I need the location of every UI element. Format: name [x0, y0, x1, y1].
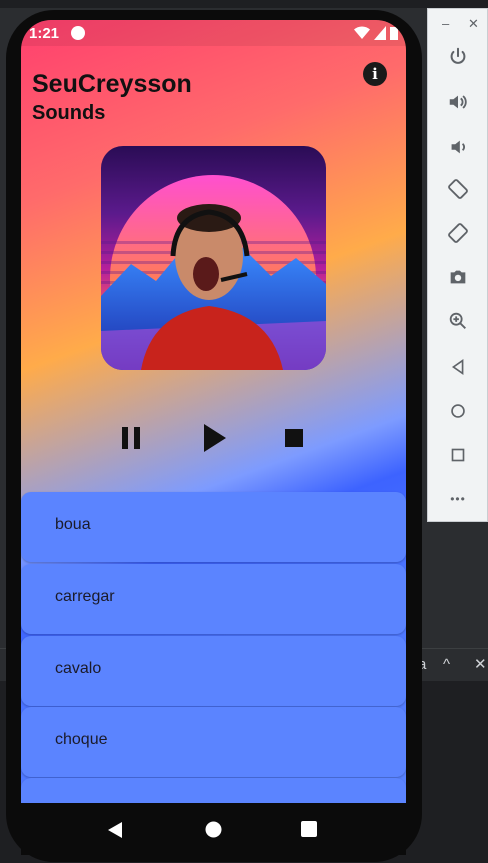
home-icon[interactable] — [446, 399, 470, 423]
list-item-label: carregar — [55, 588, 115, 605]
info-button[interactable]: i — [363, 62, 387, 86]
ide-close-button[interactable]: ✕ — [474, 655, 487, 675]
notification-icon — [71, 26, 85, 40]
emulator-close-button[interactable]: ✕ — [468, 17, 479, 31]
list-item-label: cavalo — [55, 660, 102, 677]
nav-overview-icon[interactable] — [301, 821, 317, 837]
volume-up-icon[interactable] — [446, 90, 470, 114]
camera-icon[interactable] — [446, 265, 470, 289]
pause-icon — [122, 427, 140, 449]
list-item-label: choque — [55, 731, 108, 748]
battery-icon — [390, 27, 398, 40]
more-icon[interactable]: ••• — [446, 487, 470, 511]
play-button[interactable] — [197, 420, 233, 456]
app-title: SeuCreysson — [32, 70, 192, 98]
power-icon[interactable] — [446, 45, 470, 69]
status-time: 1:21 — [29, 25, 60, 42]
status-bar: 1:21 — [21, 20, 406, 46]
list-item[interactable]: cavalo — [21, 636, 406, 706]
rotate-right-icon[interactable] — [446, 221, 470, 245]
app-screen: 1:21 SeuCreysson Sounds i boua carregar … — [21, 20, 406, 803]
nav-back-icon[interactable] — [107, 821, 123, 839]
list-item-label: boua — [55, 516, 91, 533]
nav-home-icon[interactable] — [205, 821, 222, 838]
zoom-icon[interactable] — [446, 309, 470, 333]
list-item[interactable] — [21, 778, 406, 803]
album-art — [101, 146, 326, 370]
list-item[interactable]: carregar — [21, 564, 406, 634]
pause-button[interactable] — [113, 420, 149, 456]
overview-icon[interactable] — [446, 443, 470, 467]
app-subtitle: Sounds — [32, 102, 106, 124]
stop-icon — [285, 429, 303, 447]
wifi-icon — [354, 26, 370, 39]
list-item[interactable]: boua — [21, 492, 406, 562]
android-nav-bar — [21, 803, 406, 855]
ide-collapse-button[interactable]: ^ — [443, 655, 450, 675]
emulator-minimize-button[interactable]: – — [442, 17, 449, 31]
play-icon — [204, 424, 226, 452]
volume-down-icon[interactable] — [446, 135, 470, 159]
signal-icon — [374, 26, 386, 40]
playback-controls — [21, 420, 406, 460]
list-item[interactable]: choque — [21, 707, 406, 777]
stop-button[interactable] — [276, 420, 312, 456]
status-icons — [354, 26, 398, 40]
back-icon[interactable] — [446, 355, 470, 379]
ide-top-strip — [0, 0, 488, 8]
rotate-left-icon[interactable] — [446, 177, 470, 201]
emulator-toolbar: – ✕ ••• — [427, 8, 488, 522]
